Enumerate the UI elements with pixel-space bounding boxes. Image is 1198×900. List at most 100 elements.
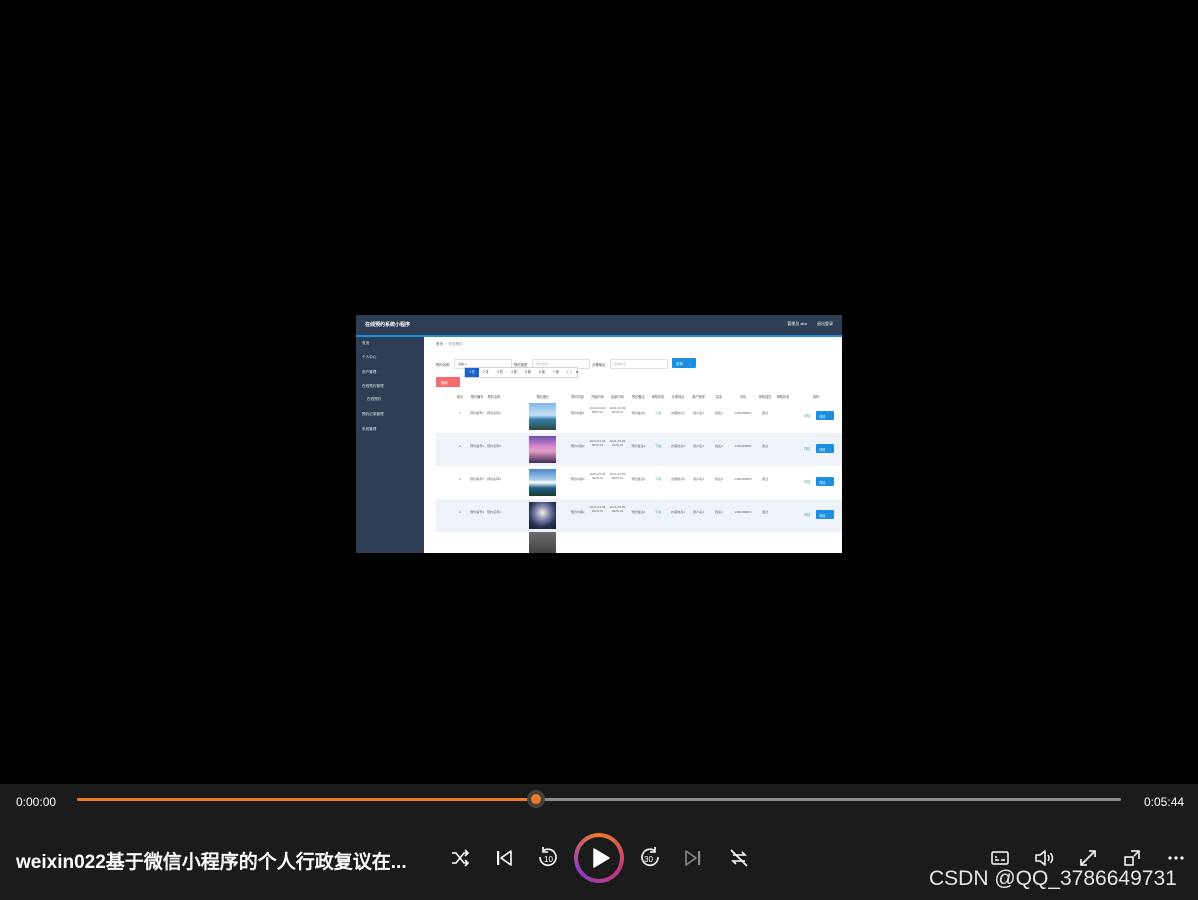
sidebar: 首页 个人中心 用户管理 在线预约管理 在线预约 预约记录管理 系统管理	[356, 337, 424, 553]
table-cell-name: 预约名称4	[486, 510, 502, 514]
table-cell-uname: 姓名4	[715, 510, 723, 514]
table-cell-account: 用户名4	[692, 510, 704, 514]
filter-place-placeholder: 办理地点	[614, 362, 627, 366]
play-button-inner	[578, 837, 620, 879]
row-detail-label: 详情	[819, 414, 826, 419]
booking-thumbnail	[529, 403, 556, 430]
table-cell-start: 2021-03-09 0925-01	[589, 472, 606, 481]
breadcrumb-separator-icon: ▪	[445, 342, 447, 346]
table-cell-start: 2021-03-09 0925-01	[589, 439, 606, 448]
video-frame[interactable]: 在线预约系统小程序 管理员 abo 退出登录 首页 个人中心 用户管理 在线预约…	[356, 315, 842, 553]
current-time: 0:00:00	[16, 795, 57, 809]
sidebar-item-home: 首页	[362, 341, 370, 345]
row-edit-link: 详情	[804, 513, 811, 517]
table-cell-uname: 姓名2	[715, 444, 723, 448]
table-cell-place: 办理地点4	[670, 510, 686, 514]
table-cell-start: 2021-03-09 0925-01	[589, 505, 606, 514]
video-title: weixin022基于微信小程序的个人行政复议在...	[16, 852, 407, 873]
volume-icon[interactable]	[1034, 848, 1054, 868]
sidebar-item-users: 用户管理	[362, 370, 377, 374]
table-cell-place: 办理地点1	[670, 411, 686, 415]
sidebar-item-profile: 个人中心	[362, 355, 377, 359]
table-cell-reply: 通过	[761, 510, 769, 514]
table-cell-content: 预约内容2	[570, 444, 585, 448]
table-cell-no: 预约编号3	[469, 477, 485, 481]
table-cell-reply: 通过	[761, 411, 769, 415]
breadcrumb: 首页 ▪ 在线预约	[436, 342, 463, 347]
seek-bar[interactable]	[77, 790, 1121, 808]
table-cell-end: 2021-03-09 0925-01	[609, 406, 626, 415]
table-cell-phone: 1362388881	[734, 411, 752, 415]
shuffle-icon[interactable]	[450, 848, 470, 868]
breadcrumb-home: 首页	[436, 342, 444, 346]
table-cell-content: 预约内容4	[570, 510, 585, 514]
table-cell-name: 预约名称1	[486, 411, 502, 415]
table-cell-idx: 4	[459, 510, 461, 514]
system-title: 在线预约系统小程序	[365, 322, 411, 328]
table-row: 2 预约编号2 预约名称2 预约内容2 2021-03-09 0925-01 2021-0…	[436, 433, 842, 466]
table-cell-content: 预约内容1	[570, 411, 585, 415]
player-controls: 0:00:00 0:05:44 weixin022基于微信小程序的个人行政复议在…	[0, 784, 1198, 900]
sidebar-item-records: 预约记录管理	[362, 412, 384, 416]
next-icon[interactable]	[683, 848, 703, 868]
ime-candidate: 3 吃	[497, 370, 503, 374]
table-cell-note: 预约备注2	[631, 444, 646, 448]
row-detail-button: 详情	[816, 510, 834, 519]
booking-thumbnail	[529, 502, 556, 529]
mini-player-icon[interactable]	[1122, 848, 1142, 868]
row-detail-button: 详情	[816, 477, 834, 486]
ime-candidate: 7 张	[553, 370, 559, 374]
table-cell-uname: 姓名1	[715, 411, 723, 415]
subtitles-icon[interactable]	[990, 848, 1010, 868]
row-edit-link: 详情	[804, 480, 811, 484]
delete-label: 删除	[441, 381, 448, 385]
table-cell-account: 用户名1	[692, 411, 704, 415]
duration: 0:05:44	[1144, 795, 1185, 809]
table-cell-name: 预约名称2	[486, 444, 502, 448]
ime-candidate: ⚙	[575, 370, 579, 374]
play-button[interactable]	[574, 833, 624, 883]
ime-candidate: 5 我	[525, 370, 531, 374]
ime-candidate: 6 成	[539, 370, 545, 374]
booking-thumbnail	[529, 532, 556, 553]
previous-icon[interactable]	[494, 848, 514, 868]
forward-30-icon[interactable]: 30	[639, 846, 661, 868]
booking-thumbnail	[529, 436, 556, 463]
logout-link: 退出登录	[817, 321, 833, 326]
ime-candidate: 2 才	[483, 370, 489, 374]
table-cell-place: 办理地点2	[670, 444, 686, 448]
table-cell-phone: 1362388884	[734, 510, 752, 514]
row-detail-label: 详情	[819, 480, 826, 485]
query-button: 查询	[672, 358, 696, 368]
table-row: 3 预约编号3 预约名称3 预约内容3 2021-03-09 0925-01 2021-0…	[436, 466, 842, 499]
query-label: 查询	[676, 362, 683, 366]
play-icon	[593, 848, 610, 868]
sidebar-item-booking-mgmt: 在线预约管理	[362, 384, 384, 388]
table-cell-account: 用户名3	[692, 477, 704, 481]
fullscreen-icon[interactable]	[1078, 848, 1098, 868]
row-detail-label: 详情	[819, 447, 826, 452]
table-cell-phone: 1362388883	[734, 477, 752, 481]
table-cell-note: 预约备注1	[631, 411, 646, 415]
more-icon[interactable]	[1166, 848, 1186, 868]
delete-button: 删除	[436, 377, 460, 387]
svg-text:10: 10	[544, 855, 553, 864]
table-row: 4 预约编号4 预约名称4 预约内容4 2021-03-09 0925-01 2021-0…	[436, 499, 842, 532]
table-cell-no: 预约编号1	[469, 411, 485, 415]
rewind-10-icon[interactable]: 10	[537, 846, 559, 868]
sidebar-item-system: 系统管理	[362, 427, 377, 431]
table-cell-content: 预约内容3	[570, 477, 585, 481]
table-cell-reply: 通过	[761, 444, 769, 448]
table-cell-no: 预约编号2	[469, 444, 485, 448]
table-cell-idx: 3	[459, 477, 461, 481]
repeat-off-icon[interactable]	[728, 847, 750, 869]
seek-thumb[interactable]	[527, 790, 546, 808]
table-cell-place: 办理地点3	[670, 477, 686, 481]
table-cell-status: 下载	[654, 444, 662, 448]
booking-thumbnail	[529, 469, 556, 496]
filter-place-input: 办理地点	[610, 359, 668, 369]
table-cell-status: 下载	[654, 510, 662, 514]
row-edit-link: 详情	[804, 414, 811, 418]
table-cell-reply: 通过	[761, 477, 769, 481]
table-cell-idx: 2	[459, 444, 461, 448]
